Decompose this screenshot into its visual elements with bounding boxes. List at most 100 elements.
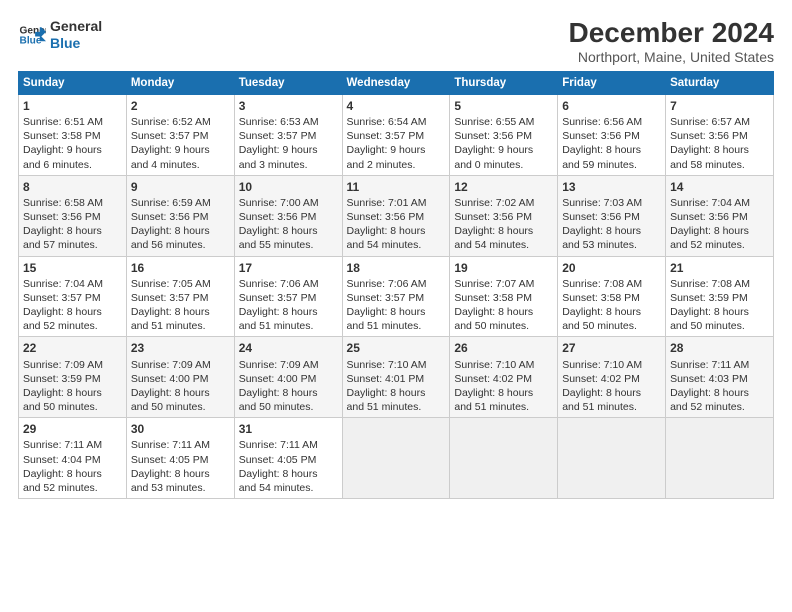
- cell-line: Daylight: 9 hours: [23, 143, 122, 157]
- cell-line: and 50 minutes.: [562, 319, 661, 333]
- cell-line: Sunrise: 7:08 AM: [670, 277, 769, 291]
- day-number: 11: [347, 179, 446, 195]
- cell-line: and 54 minutes.: [239, 481, 338, 495]
- cell-line: Sunrise: 7:11 AM: [239, 438, 338, 452]
- day-header-tuesday: Tuesday: [234, 71, 342, 94]
- day-number: 19: [454, 260, 553, 276]
- cell-line: and 52 minutes.: [670, 238, 769, 252]
- calendar-cell: 29Sunrise: 7:11 AMSunset: 4:04 PMDayligh…: [19, 418, 127, 499]
- cell-line: Sunrise: 7:09 AM: [23, 358, 122, 372]
- calendar-cell: 10Sunrise: 7:00 AMSunset: 3:56 PMDayligh…: [234, 175, 342, 256]
- cell-line: Daylight: 8 hours: [131, 386, 230, 400]
- calendar-cell: 20Sunrise: 7:08 AMSunset: 3:58 PMDayligh…: [558, 256, 666, 337]
- cell-line: Daylight: 8 hours: [670, 143, 769, 157]
- cell-line: Sunset: 3:56 PM: [23, 210, 122, 224]
- day-header-sunday: Sunday: [19, 71, 127, 94]
- calendar-cell: 14Sunrise: 7:04 AMSunset: 3:56 PMDayligh…: [666, 175, 774, 256]
- day-number: 27: [562, 340, 661, 356]
- day-number: 14: [670, 179, 769, 195]
- cell-line: Daylight: 8 hours: [670, 224, 769, 238]
- day-number: 24: [239, 340, 338, 356]
- cell-line: Daylight: 9 hours: [131, 143, 230, 157]
- cell-line: and 53 minutes.: [562, 238, 661, 252]
- cell-line: Daylight: 8 hours: [562, 224, 661, 238]
- cell-line: Daylight: 8 hours: [131, 467, 230, 481]
- cell-line: and 57 minutes.: [23, 238, 122, 252]
- cell-line: and 53 minutes.: [131, 481, 230, 495]
- cell-line: and 52 minutes.: [23, 481, 122, 495]
- cell-line: Sunrise: 6:55 AM: [454, 115, 553, 129]
- cell-line: Sunrise: 7:10 AM: [454, 358, 553, 372]
- cell-line: Daylight: 8 hours: [347, 305, 446, 319]
- day-number: 3: [239, 98, 338, 114]
- cell-line: Sunrise: 7:07 AM: [454, 277, 553, 291]
- day-number: 2: [131, 98, 230, 114]
- day-number: 23: [131, 340, 230, 356]
- cell-line: Daylight: 8 hours: [131, 305, 230, 319]
- day-header-monday: Monday: [126, 71, 234, 94]
- calendar-table: SundayMondayTuesdayWednesdayThursdayFrid…: [18, 71, 774, 499]
- cell-line: Sunset: 3:56 PM: [670, 129, 769, 143]
- cell-line: and 51 minutes.: [131, 319, 230, 333]
- cell-line: and 52 minutes.: [670, 400, 769, 414]
- cell-line: Daylight: 8 hours: [454, 305, 553, 319]
- calendar-cell: 21Sunrise: 7:08 AMSunset: 3:59 PMDayligh…: [666, 256, 774, 337]
- day-number: 26: [454, 340, 553, 356]
- cell-line: and 56 minutes.: [131, 238, 230, 252]
- cell-line: and 2 minutes.: [347, 158, 446, 172]
- cell-line: Sunset: 4:01 PM: [347, 372, 446, 386]
- day-number: 22: [23, 340, 122, 356]
- cell-line: Sunrise: 7:04 AM: [23, 277, 122, 291]
- cell-line: Sunset: 4:04 PM: [23, 453, 122, 467]
- calendar-cell: 11Sunrise: 7:01 AMSunset: 3:56 PMDayligh…: [342, 175, 450, 256]
- calendar-cell: 4Sunrise: 6:54 AMSunset: 3:57 PMDaylight…: [342, 94, 450, 175]
- day-number: 25: [347, 340, 446, 356]
- day-header-thursday: Thursday: [450, 71, 558, 94]
- day-number: 28: [670, 340, 769, 356]
- calendar-cell: 18Sunrise: 7:06 AMSunset: 3:57 PMDayligh…: [342, 256, 450, 337]
- cell-line: and 51 minutes.: [347, 400, 446, 414]
- cell-line: Sunset: 4:05 PM: [239, 453, 338, 467]
- cell-line: Daylight: 8 hours: [562, 305, 661, 319]
- calendar-cell: 6Sunrise: 6:56 AMSunset: 3:56 PMDaylight…: [558, 94, 666, 175]
- week-row-3: 15Sunrise: 7:04 AMSunset: 3:57 PMDayligh…: [19, 256, 774, 337]
- calendar-cell: [342, 418, 450, 499]
- cell-line: Sunset: 3:56 PM: [131, 210, 230, 224]
- cell-line: Sunrise: 6:53 AM: [239, 115, 338, 129]
- cell-line: Sunrise: 7:10 AM: [562, 358, 661, 372]
- day-number: 8: [23, 179, 122, 195]
- cell-line: Sunset: 4:05 PM: [131, 453, 230, 467]
- cell-line: Sunrise: 6:59 AM: [131, 196, 230, 210]
- cell-line: Sunset: 3:56 PM: [562, 210, 661, 224]
- cell-line: Daylight: 8 hours: [239, 305, 338, 319]
- cell-line: and 52 minutes.: [23, 319, 122, 333]
- calendar-cell: 2Sunrise: 6:52 AMSunset: 3:57 PMDaylight…: [126, 94, 234, 175]
- logo-text: General Blue: [50, 18, 102, 52]
- logo-icon: General Blue: [18, 21, 46, 49]
- cell-line: Sunset: 3:56 PM: [454, 129, 553, 143]
- cell-line: Sunrise: 7:08 AM: [562, 277, 661, 291]
- cell-line: Daylight: 9 hours: [347, 143, 446, 157]
- cell-line: and 58 minutes.: [670, 158, 769, 172]
- day-number: 4: [347, 98, 446, 114]
- cell-line: Daylight: 8 hours: [239, 467, 338, 481]
- cell-line: Sunrise: 6:51 AM: [23, 115, 122, 129]
- day-number: 9: [131, 179, 230, 195]
- cell-line: Sunrise: 7:11 AM: [23, 438, 122, 452]
- calendar-header-row: SundayMondayTuesdayWednesdayThursdayFrid…: [19, 71, 774, 94]
- calendar-cell: 31Sunrise: 7:11 AMSunset: 4:05 PMDayligh…: [234, 418, 342, 499]
- cell-line: Sunrise: 7:06 AM: [347, 277, 446, 291]
- day-header-saturday: Saturday: [666, 71, 774, 94]
- cell-line: Daylight: 8 hours: [23, 305, 122, 319]
- cell-line: Daylight: 8 hours: [562, 143, 661, 157]
- cell-line: Sunset: 3:56 PM: [670, 210, 769, 224]
- cell-line: Sunrise: 6:57 AM: [670, 115, 769, 129]
- calendar-cell: 9Sunrise: 6:59 AMSunset: 3:56 PMDaylight…: [126, 175, 234, 256]
- calendar-cell: 1Sunrise: 6:51 AMSunset: 3:58 PMDaylight…: [19, 94, 127, 175]
- cell-line: Daylight: 8 hours: [670, 305, 769, 319]
- calendar-cell: 30Sunrise: 7:11 AMSunset: 4:05 PMDayligh…: [126, 418, 234, 499]
- calendar-cell: [450, 418, 558, 499]
- cell-line: Sunset: 3:59 PM: [23, 372, 122, 386]
- day-number: 10: [239, 179, 338, 195]
- cell-line: and 0 minutes.: [454, 158, 553, 172]
